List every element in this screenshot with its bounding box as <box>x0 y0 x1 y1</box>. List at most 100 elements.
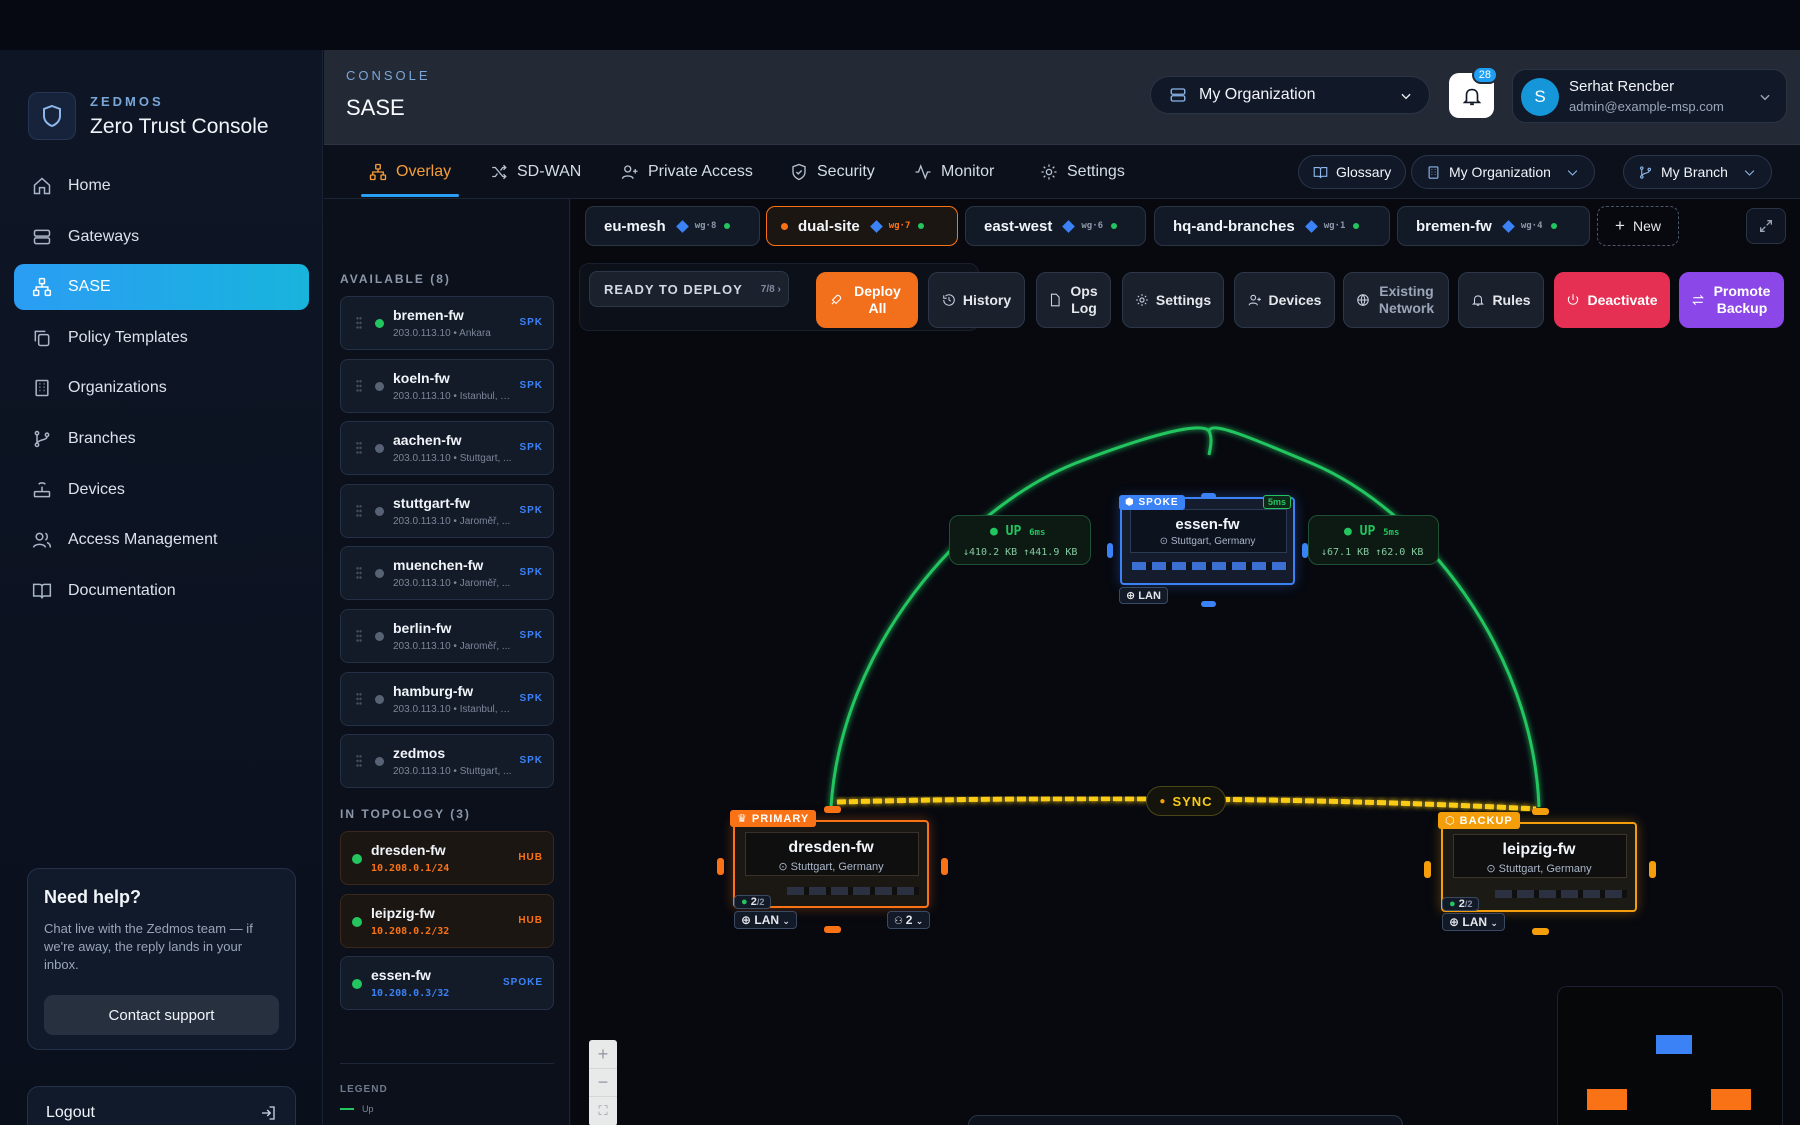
organization-dropdown[interactable]: My Organization <box>1411 155 1595 189</box>
drag-handle-icon[interactable] <box>356 441 362 456</box>
backup-lan-button[interactable]: ⊕ LAN ⌄ <box>1442 913 1505 931</box>
user-menu[interactable]: S Serhat Rencber admin@example-msp.com <box>1512 69 1787 123</box>
available-device-muenchen-fw[interactable]: muenchen-fw 203.0.113.10 • Jaroměř, ... SP… <box>340 546 554 601</box>
glossary-button[interactable]: Glossary <box>1298 155 1407 189</box>
available-device-berlin-fw[interactable]: berlin-fw 203.0.113.10 • Jaroměř, ... SPK <box>340 609 554 663</box>
nav-item-sase[interactable]: SASE <box>14 264 309 311</box>
ops-log-button[interactable]: Ops Log <box>1036 272 1111 328</box>
deploy-all-button[interactable]: Deploy All <box>816 272 918 328</box>
handle-top[interactable] <box>824 806 841 813</box>
overlay-tab-bremen-fw[interactable]: bremen-fw wg·4 <box>1397 206 1590 246</box>
handle-left[interactable] <box>1424 861 1431 878</box>
available-device-zedmos[interactable]: zedmos 203.0.113.10 • Stuttgart, ... SPK <box>340 734 554 789</box>
tab-security[interactable]: Security <box>790 145 875 199</box>
link-status-right[interactable]: ● UP 5ms ↓67.1 KB ↑62.0 KB <box>1308 515 1439 565</box>
node-essen-fw[interactable]: essen-fw ⊙ Stuttgart, Germany <box>1120 497 1295 585</box>
devices-button[interactable]: Devices <box>1234 272 1335 328</box>
zoom-in-button[interactable]: + <box>589 1040 617 1068</box>
link-backup-spoke[interactable] <box>1207 426 1541 808</box>
sync-badge[interactable]: ● SYNC <box>1146 786 1226 816</box>
gear-icon <box>1136 294 1148 306</box>
handle-right[interactable] <box>1649 861 1656 878</box>
network-icon <box>369 163 387 181</box>
drag-handle-icon[interactable] <box>356 316 362 330</box>
nav-item-home[interactable]: Home <box>14 163 309 209</box>
handle-bottom[interactable] <box>1201 601 1216 607</box>
organization-selector[interactable]: My Organization <box>1150 76 1430 114</box>
rules-button[interactable]: Rules <box>1458 272 1544 328</box>
drag-handle-icon[interactable] <box>356 754 362 769</box>
topology-device-leipzig-fw[interactable]: leipzig-fw 10.208.0.2/32 HUB <box>340 893 554 948</box>
topology-canvas[interactable]: eu-mesh wg·8 dual-site wg·7 east-west wg·6 … <box>571 199 1800 1125</box>
nav-item-policy-templates[interactable]: Policy Templates <box>14 315 309 361</box>
port-row <box>1132 562 1287 570</box>
tab-monitor[interactable]: Monitor <box>914 145 994 199</box>
nav-item-gateways[interactable]: Gateways <box>14 214 309 260</box>
tab-private-access[interactable]: Private Access <box>621 145 753 199</box>
device-name: dresden-fw <box>371 842 446 858</box>
drag-handle-icon[interactable] <box>356 566 362 581</box>
topology-device-dresden-fw[interactable]: dresden-fw 10.208.0.1/24 HUB <box>340 831 554 885</box>
tab-overlay[interactable]: Overlay <box>360 145 460 199</box>
notifications-button[interactable]: 28 <box>1449 66 1498 118</box>
promote-backup-button[interactable]: Promote Backup <box>1679 272 1784 328</box>
handle-bottom[interactable] <box>1532 928 1549 935</box>
fit-view-button[interactable]: ⛶ <box>589 1096 617 1124</box>
tab-label: Settings <box>1067 163 1125 180</box>
overlay-tab-eu-mesh[interactable]: eu-mesh wg·8 <box>585 206 760 246</box>
overlay-tab-dual-site[interactable]: dual-site wg·7 <box>766 206 958 246</box>
nav-item-branches[interactable]: Branches <box>14 416 309 462</box>
history-button[interactable]: History <box>928 272 1025 328</box>
handle-top[interactable] <box>1532 808 1549 815</box>
tab-settings[interactable]: Settings <box>1040 145 1125 199</box>
handle-right[interactable] <box>941 858 948 875</box>
settings-button[interactable]: Settings <box>1122 272 1224 328</box>
deactivate-button[interactable]: Deactivate <box>1554 272 1670 328</box>
activity-icon <box>915 164 931 180</box>
overlay-tab-hq-and-branches[interactable]: hq-and-branches wg·1 <box>1154 206 1390 246</box>
handle-left[interactable] <box>1107 543 1113 558</box>
available-device-koeln-fw[interactable]: koeln-fw 203.0.113.10 • Istanbul, T... SPK <box>340 358 554 413</box>
handle-left[interactable] <box>717 858 724 875</box>
zoom-out-button[interactable]: − <box>589 1068 617 1096</box>
available-device-stuttgart-fw[interactable]: stuttgart-fw 203.0.113.10 • Jaroměř, ... S… <box>340 483 554 538</box>
overlay-tab-east-west[interactable]: east-west wg·6 <box>965 206 1146 246</box>
brand[interactable]: ZEDMOS Zero Trust Console <box>28 92 269 140</box>
existing-network-button[interactable]: Existing Network <box>1343 272 1449 328</box>
swap-icon <box>1692 294 1704 306</box>
overlay-wg: wg·1 <box>1323 221 1346 231</box>
device-role-badge: HUB <box>518 852 543 863</box>
nav-item-access-management[interactable]: Access Management <box>14 517 309 563</box>
tab-sd-wan[interactable]: SD-WAN <box>490 145 581 199</box>
drag-handle-icon[interactable] <box>356 503 362 518</box>
drag-handle-icon[interactable] <box>356 629 362 643</box>
nav-item-organizations[interactable]: Organizations <box>14 365 309 411</box>
building-icon <box>1428 165 1439 179</box>
primary-lan-button[interactable]: ⊕ LAN ⌄ <box>734 911 797 929</box>
nav-item-documentation[interactable]: Documentation <box>14 568 309 614</box>
branch-dropdown[interactable]: My Branch <box>1623 155 1772 189</box>
ready-to-deploy-status[interactable]: READY TO DEPLOY 7/8 › <box>589 271 789 307</box>
new-overlay-label: New <box>1632 218 1661 234</box>
primary-peers-button[interactable]: ⚇ 2 ⌄ <box>887 911 931 929</box>
topology-device-essen-fw[interactable]: essen-fw 10.208.0.3/32 SPOKE <box>340 956 554 1011</box>
expand-button[interactable] <box>1746 208 1786 244</box>
link-status-left[interactable]: ● UP 6ms ↓410.2 KB ↑441.9 KB <box>949 515 1091 565</box>
drag-handle-icon[interactable] <box>356 378 362 393</box>
minimap[interactable] <box>1557 986 1783 1125</box>
link-status: UP <box>1005 524 1022 539</box>
available-device-hamburg-fw[interactable]: hamburg-fw 203.0.113.10 • Istanbul, T... S… <box>340 671 554 726</box>
handle-bottom[interactable] <box>824 926 841 933</box>
existing-network-label: Existing Network <box>1378 283 1435 316</box>
new-overlay-button[interactable]: + New <box>1597 206 1679 246</box>
handle-top[interactable] <box>1201 493 1216 499</box>
spoke-lan-button[interactable]: ⊕ LAN <box>1119 587 1168 604</box>
drag-handle-icon[interactable] <box>356 691 362 706</box>
logout-button[interactable]: Logout <box>27 1086 296 1125</box>
link-primary-spoke[interactable] <box>829 426 1213 808</box>
handle-right[interactable] <box>1302 543 1308 558</box>
nav-item-devices[interactable]: Devices <box>14 467 309 513</box>
available-device-aachen-fw[interactable]: aachen-fw 203.0.113.10 • Stuttgart, ... SP… <box>340 421 554 476</box>
contact-support-button[interactable]: Contact support <box>44 995 279 1035</box>
available-device-bremen-fw[interactable]: bremen-fw 203.0.113.10 • Ankara SPK <box>340 296 554 350</box>
